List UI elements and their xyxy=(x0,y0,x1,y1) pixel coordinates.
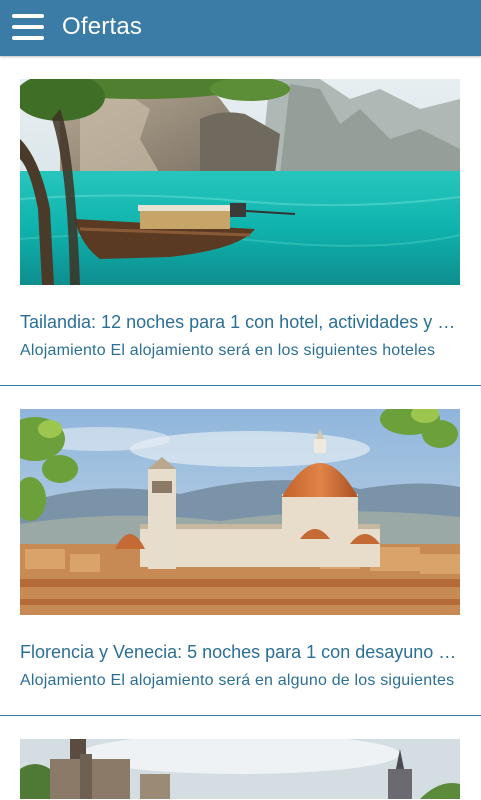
page-title: Ofertas xyxy=(62,13,143,40)
offer-card-partial[interactable] xyxy=(0,716,481,799)
offer-image-tailandia[interactable] xyxy=(20,79,460,285)
offer-image-partial[interactable] xyxy=(20,739,460,799)
app-bar: Ofertas xyxy=(0,0,481,56)
offer-description: Alojamiento El alojamiento será en los s… xyxy=(20,342,436,359)
offer-image-florencia[interactable] xyxy=(20,409,460,615)
offers-list: Tailandia: 12 noches para 1 con hotel, a… xyxy=(0,56,481,799)
offer-title[interactable]: Florencia y Venecia: 5 noches para 1 con… xyxy=(20,642,461,663)
offer-description: Alojamiento El alojamiento será en algun… xyxy=(20,672,455,689)
offer-card-florencia[interactable]: Florencia y Venecia: 5 noches para 1 con… xyxy=(0,386,481,716)
offer-title[interactable]: Tailandia: 12 noches para 1 con hotel, a… xyxy=(20,312,461,333)
hamburger-menu-icon[interactable] xyxy=(12,12,44,42)
offer-card-tailandia[interactable]: Tailandia: 12 noches para 1 con hotel, a… xyxy=(0,56,481,386)
